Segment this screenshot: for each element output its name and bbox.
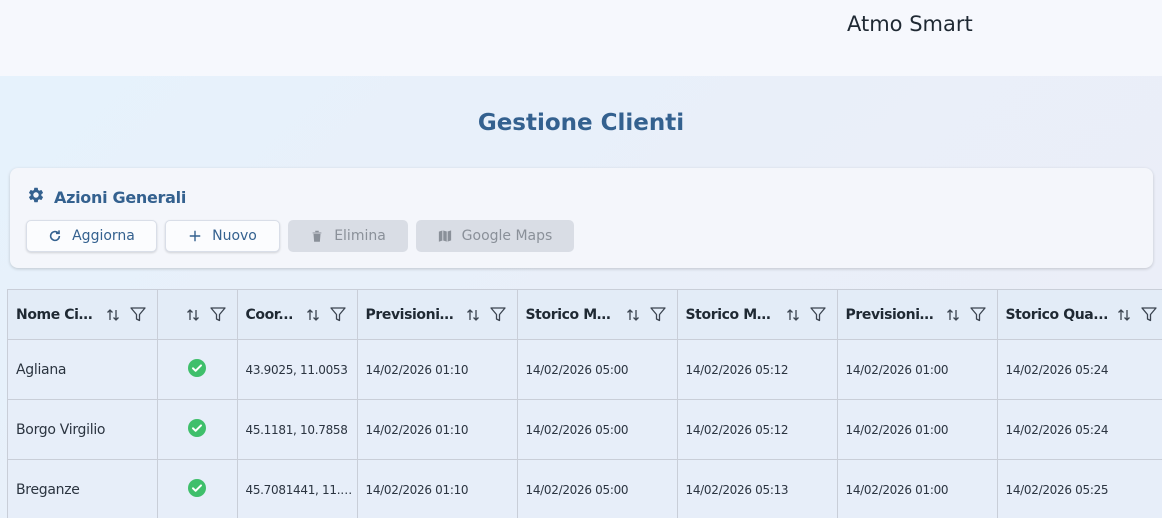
sort-icon[interactable] bbox=[466, 308, 480, 322]
general-actions-panel: Azioni Generali Aggiorna Nuovo Elimina G bbox=[10, 168, 1153, 268]
column-header-storico-meteo-1[interactable]: Storico Met... bbox=[517, 289, 678, 340]
cell-storico-meteo-1: 14/02/2026 05:00 bbox=[517, 399, 678, 460]
column-header-city[interactable]: Nome Città bbox=[8, 289, 158, 340]
cell-previsioni-meteo: 14/02/2026 01:10 bbox=[357, 459, 518, 518]
delete-button[interactable]: Elimina bbox=[288, 220, 408, 252]
filter-icon[interactable] bbox=[809, 307, 826, 322]
sort-icon[interactable] bbox=[186, 308, 200, 322]
cell-storico-meteo-2: 14/02/2026 05:13 bbox=[677, 459, 838, 518]
cell-status bbox=[157, 459, 238, 518]
page-title: Gestione Clienti bbox=[477, 110, 685, 136]
check-circle-icon bbox=[188, 479, 206, 497]
new-button[interactable]: Nuovo bbox=[165, 220, 280, 252]
column-label: Nome Città bbox=[16, 306, 98, 323]
check-circle-icon bbox=[188, 359, 206, 377]
column-label: Previsioni ... bbox=[365, 306, 458, 323]
cell-previsioni-meteo: 14/02/2026 01:10 bbox=[357, 339, 518, 400]
filter-icon[interactable] bbox=[649, 307, 666, 322]
column-header-storico-meteo-2[interactable]: Storico Met... bbox=[677, 289, 838, 340]
filter-icon[interactable] bbox=[1140, 307, 1157, 322]
column-header-previsioni-meteo[interactable]: Previsioni ... bbox=[357, 289, 518, 340]
app-brand[interactable]: Atmo Smart bbox=[847, 12, 973, 36]
panel-title: Azioni Generali bbox=[54, 188, 187, 207]
sort-icon[interactable] bbox=[1117, 308, 1131, 322]
filter-icon[interactable] bbox=[489, 307, 506, 322]
trash-icon bbox=[310, 229, 324, 243]
column-header-status[interactable] bbox=[157, 289, 238, 340]
cell-status bbox=[157, 339, 238, 400]
table-header-row: Nome Città Coor... Previsioni ... Storic… bbox=[8, 289, 1162, 340]
cell-city: Borgo Virgilio bbox=[8, 399, 158, 460]
cell-status bbox=[157, 399, 238, 460]
table-row[interactable]: Borgo Virgilio 45.1181, 10.7858 14/02/20… bbox=[8, 399, 1162, 460]
column-header-coordinates[interactable]: Coor... bbox=[237, 289, 358, 340]
filter-icon[interactable] bbox=[329, 307, 346, 322]
panel-header: Azioni Generali bbox=[27, 186, 186, 209]
column-label: Coor... bbox=[245, 306, 294, 323]
cell-previsioni-qualita: 14/02/2026 01:00 bbox=[837, 399, 998, 460]
sort-icon[interactable] bbox=[106, 308, 120, 322]
cell-coordinates: 43.9025, 11.0053 bbox=[237, 339, 358, 400]
cell-city: Agliana bbox=[8, 339, 158, 400]
cell-storico-qualita: 14/02/2026 05:24 bbox=[997, 399, 1162, 460]
google-maps-label: Google Maps bbox=[461, 228, 553, 244]
cell-storico-qualita: 14/02/2026 05:24 bbox=[997, 339, 1162, 400]
cell-previsioni-meteo: 14/02/2026 01:10 bbox=[357, 399, 518, 460]
cell-city: Breganze bbox=[8, 459, 158, 518]
clients-table: Nome Città Coor... Previsioni ... Storic… bbox=[7, 289, 1162, 518]
google-maps-button[interactable]: Google Maps bbox=[416, 220, 574, 252]
delete-label: Elimina bbox=[334, 228, 386, 244]
refresh-button[interactable]: Aggiorna bbox=[26, 220, 157, 252]
table-row[interactable]: Agliana 43.9025, 11.0053 14/02/2026 01:1… bbox=[8, 339, 1162, 400]
cell-storico-meteo-2: 14/02/2026 05:12 bbox=[677, 399, 838, 460]
check-circle-icon bbox=[188, 419, 206, 437]
filter-icon[interactable] bbox=[209, 307, 226, 322]
cell-previsioni-qualita: 14/02/2026 01:00 bbox=[837, 339, 998, 400]
gear-icon bbox=[27, 186, 45, 209]
cell-previsioni-qualita: 14/02/2026 01:00 bbox=[837, 459, 998, 518]
cell-storico-qualita: 14/02/2026 05:25 bbox=[997, 459, 1162, 518]
filter-icon[interactable] bbox=[129, 307, 146, 322]
refresh-label: Aggiorna bbox=[72, 228, 135, 244]
column-label: Storico Met... bbox=[685, 306, 778, 323]
sort-icon[interactable] bbox=[306, 308, 320, 322]
top-bar: Atmo Smart bbox=[0, 0, 1162, 76]
cell-coordinates: 45.7081441, 11.5... bbox=[237, 459, 358, 518]
sort-icon[interactable] bbox=[626, 308, 640, 322]
column-label: Previsioni Q... bbox=[845, 306, 938, 323]
cell-coordinates: 45.1181, 10.7858 bbox=[237, 399, 358, 460]
map-icon bbox=[438, 229, 452, 243]
new-label: Nuovo bbox=[212, 228, 257, 244]
cell-storico-meteo-1: 14/02/2026 05:00 bbox=[517, 339, 678, 400]
column-label: Storico Met... bbox=[525, 306, 618, 323]
table-row[interactable]: Breganze 45.7081441, 11.5... 14/02/2026 … bbox=[8, 459, 1162, 518]
main-content: Gestione Clienti Azioni Generali Aggiorn… bbox=[0, 76, 1162, 518]
column-label: Storico Qua... bbox=[1005, 306, 1109, 323]
refresh-icon bbox=[48, 229, 62, 243]
cell-storico-meteo-1: 14/02/2026 05:00 bbox=[517, 459, 678, 518]
column-header-storico-qualita[interactable]: Storico Qua... bbox=[997, 289, 1162, 340]
column-header-previsioni-qualita[interactable]: Previsioni Q... bbox=[837, 289, 998, 340]
cell-storico-meteo-2: 14/02/2026 05:12 bbox=[677, 339, 838, 400]
sort-icon[interactable] bbox=[946, 308, 960, 322]
filter-icon[interactable] bbox=[969, 307, 986, 322]
plus-icon bbox=[188, 229, 202, 243]
sort-icon[interactable] bbox=[786, 308, 800, 322]
